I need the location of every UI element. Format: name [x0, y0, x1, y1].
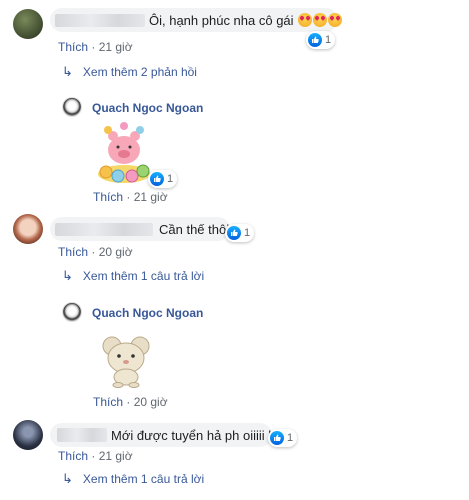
reply-meta: Thích · 21 giờ [93, 190, 168, 204]
like-reaction-icon [227, 226, 241, 240]
like-reaction-icon [308, 33, 322, 47]
reply-arrow-icon: ↳ [62, 471, 73, 486]
blurred-author-name [55, 223, 153, 236]
like-link[interactable]: Thích [58, 40, 88, 54]
comment-text: Cần thế thôi [159, 222, 230, 237]
cartoon-mouse-sticker [100, 334, 152, 388]
like-link[interactable]: Thích [58, 245, 88, 259]
comment-meta: Thích · 21 giờ [58, 40, 133, 54]
comment-text-content: Ôi, hạnh phúc nha cô gái [149, 13, 294, 28]
heart-eyes-emoji-icon [298, 13, 313, 27]
comment-text: Ôi, hạnh phúc nha cô gái [149, 13, 343, 29]
pink-pig-donuts-sticker [96, 122, 152, 184]
like-reaction-icon [150, 172, 164, 186]
commenter-avatar[interactable] [13, 420, 43, 450]
commenter-avatar[interactable] [13, 9, 43, 39]
reply-arrow-icon: ↳ [62, 268, 73, 283]
view-replies-link[interactable]: ↳ Xem thêm 1 câu trả lời [62, 471, 204, 487]
like-reaction-icon [270, 431, 284, 445]
commenter-avatar[interactable] [13, 214, 43, 244]
timestamp[interactable]: 20 giờ [99, 245, 133, 259]
view-replies-link[interactable]: ↳ Xem thêm 2 phản hồi [62, 64, 197, 80]
comment-meta: Thích · 20 giờ [58, 245, 133, 259]
timestamp[interactable]: 21 giờ [99, 449, 133, 463]
like-link[interactable]: Thích [93, 395, 123, 409]
reply-author-name[interactable]: Quach Ngoc Ngoan [92, 101, 203, 115]
like-link[interactable]: Thích [58, 449, 88, 463]
reaction-count[interactable]: 1 [225, 224, 255, 242]
reply-avatar[interactable] [62, 97, 82, 117]
reaction-count[interactable]: 1 [268, 429, 298, 447]
reply-meta: Thích · 20 giờ [93, 395, 168, 409]
heart-eyes-emoji-icon [313, 13, 328, 27]
comment-meta: Thích · 21 giờ [58, 449, 133, 463]
reply-arrow-icon: ↳ [62, 64, 73, 79]
heart-eyes-emoji-icon [328, 13, 343, 27]
timestamp[interactable]: 21 giờ [99, 40, 133, 54]
view-replies-link[interactable]: ↳ Xem thêm 1 câu trả lời [62, 268, 204, 284]
reaction-count[interactable]: 1 [306, 31, 336, 49]
reply-author-name[interactable]: Quach Ngoc Ngoan [92, 306, 203, 320]
reaction-count[interactable]: 1 [148, 170, 178, 188]
blurred-author-name [55, 14, 145, 27]
comment-text: Mới được tuyển hả ph oiiiii hiii [111, 428, 285, 443]
like-link[interactable]: Thích [93, 190, 123, 204]
reply-avatar[interactable] [62, 302, 82, 322]
blurred-author-name [57, 428, 107, 442]
timestamp[interactable]: 21 giờ [134, 190, 168, 204]
timestamp[interactable]: 20 giờ [134, 395, 168, 409]
